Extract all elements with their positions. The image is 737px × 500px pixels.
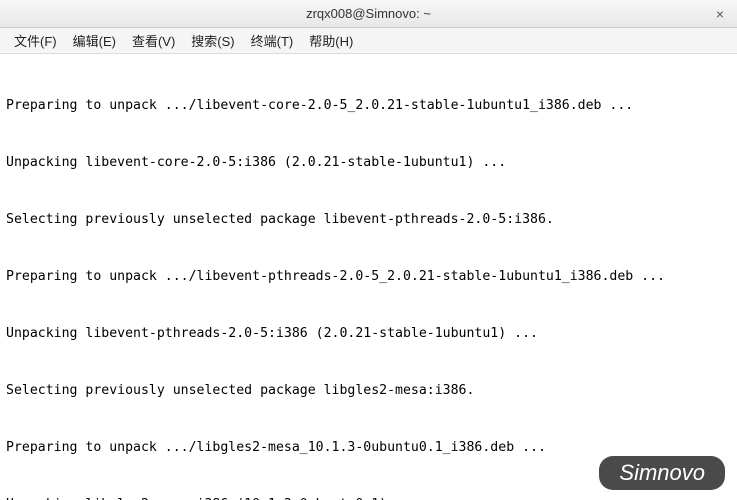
window-titlebar: zrqx008@Simnovo: ~ × bbox=[0, 0, 737, 28]
terminal-line: Selecting previously unselected package … bbox=[6, 381, 731, 400]
terminal-line: Selecting previously unselected package … bbox=[6, 210, 731, 229]
close-icon[interactable]: × bbox=[711, 5, 729, 23]
terminal-line: Preparing to unpack .../libgles2-mesa_10… bbox=[6, 438, 731, 457]
terminal-line: Unpacking libgles2-mesa:i386 (10.1.3-0ub… bbox=[6, 495, 731, 500]
menu-edit[interactable]: 编辑(E) bbox=[65, 28, 124, 53]
terminal-line: Unpacking libevent-core-2.0-5:i386 (2.0.… bbox=[6, 153, 731, 172]
terminal-line: Unpacking libevent-pthreads-2.0-5:i386 (… bbox=[6, 324, 731, 343]
menu-help[interactable]: 帮助(H) bbox=[301, 28, 361, 53]
watermark-badge: Simnovo bbox=[599, 456, 725, 490]
menu-view[interactable]: 查看(V) bbox=[124, 28, 183, 53]
menu-search[interactable]: 搜索(S) bbox=[183, 28, 242, 53]
window-title: zrqx008@Simnovo: ~ bbox=[306, 6, 431, 21]
terminal-output[interactable]: Preparing to unpack .../libevent-core-2.… bbox=[0, 54, 737, 500]
terminal-line: Preparing to unpack .../libevent-core-2.… bbox=[6, 96, 731, 115]
menu-file[interactable]: 文件(F) bbox=[6, 28, 65, 53]
terminal-line: Preparing to unpack .../libevent-pthread… bbox=[6, 267, 731, 286]
menu-terminal[interactable]: 终端(T) bbox=[243, 28, 302, 53]
menubar: 文件(F) 编辑(E) 查看(V) 搜索(S) 终端(T) 帮助(H) bbox=[0, 28, 737, 54]
